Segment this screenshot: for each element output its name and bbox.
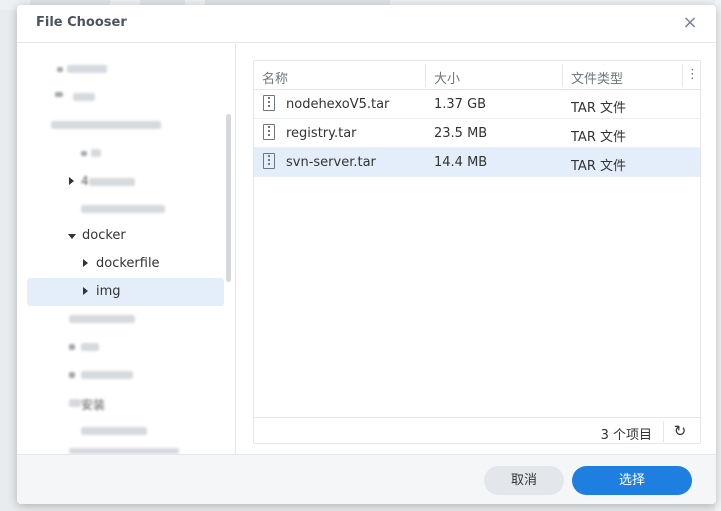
file-name: registry.tar	[286, 126, 357, 141]
tree-item-obscured[interactable]	[27, 112, 224, 140]
file-size: 1.37 GB	[434, 97, 487, 112]
file-name: nodehexoV5.tar	[286, 97, 390, 112]
tree-scrollbar[interactable]	[226, 114, 231, 282]
tree-item-obscured[interactable]: 安装	[27, 390, 224, 418]
caret-right-icon[interactable]	[83, 287, 88, 295]
close-button[interactable]: ×	[680, 13, 700, 33]
tree-item-obscured[interactable]: 4	[27, 168, 224, 196]
dialog-header: File Chooser ×	[17, 5, 716, 43]
column-divider[interactable]	[425, 64, 426, 87]
tree-item-obscured[interactable]	[27, 446, 224, 454]
file-size: 23.5 MB	[434, 126, 488, 141]
tree-item-label: docker	[82, 228, 126, 243]
file-list-footer: 3 个项目 ↻	[254, 417, 700, 444]
file-type: TAR 文件	[571, 159, 626, 174]
file-name: svn-server.tar	[286, 155, 376, 170]
column-header-name[interactable]: 名称	[262, 68, 288, 87]
table-row[interactable]: svn-server.tar 14.4 MB TAR 文件	[254, 148, 700, 177]
tree-item-obscured[interactable]	[27, 140, 224, 168]
table-row[interactable]: registry.tar 23.5 MB TAR 文件	[254, 119, 700, 148]
tree-item-obscured[interactable]	[27, 306, 224, 334]
dialog-footer: 取消 选择	[17, 454, 716, 504]
cancel-button[interactable]: 取消	[484, 466, 564, 495]
file-list: 名称 大小 文件类型 ⋮ nodehexoV5.tar 1.37 GB TAR …	[253, 60, 701, 444]
column-header-size[interactable]: 大小	[434, 68, 460, 87]
zip-file-icon	[263, 124, 275, 140]
column-divider[interactable]	[682, 64, 683, 87]
caret-down-icon[interactable]	[68, 234, 76, 239]
tree-item-obscured[interactable]	[27, 334, 224, 362]
caret-right-icon[interactable]	[83, 259, 88, 267]
column-header-type[interactable]: 文件类型	[571, 68, 623, 87]
tree-item-obscured[interactable]	[27, 196, 224, 224]
caret-right-icon[interactable]	[69, 177, 74, 185]
zip-file-icon	[263, 95, 275, 111]
table-row[interactable]: nodehexoV5.tar 1.37 GB TAR 文件	[254, 90, 700, 119]
tree-label-obscured: 安装	[81, 398, 106, 412]
tree-item-obscured[interactable]	[27, 84, 224, 112]
item-count: 3 个项目	[600, 428, 652, 443]
refresh-icon[interactable]: ↻	[672, 423, 688, 439]
tree-label-obscured: 4	[81, 174, 89, 188]
tree-item-dockerfile[interactable]: dockerfile	[27, 250, 224, 278]
tree-item-obscured[interactable]	[27, 418, 224, 446]
zip-file-icon	[263, 153, 275, 169]
tree-item-img[interactable]: img	[27, 278, 224, 306]
tree-item-docker[interactable]: docker	[27, 222, 224, 250]
dialog-title: File Chooser	[36, 15, 127, 30]
folder-tree: 4 docker dockerfile img 安装	[17, 44, 236, 454]
tree-item-obscured[interactable]	[27, 362, 224, 390]
file-list-header: 名称 大小 文件类型 ⋮	[254, 61, 700, 90]
file-size: 14.4 MB	[434, 155, 488, 170]
file-chooser-dialog: File Chooser × 4 docker dockerfile img 安…	[17, 5, 716, 504]
column-menu-icon[interactable]: ⋮	[686, 66, 699, 84]
tree-item-obscured[interactable]	[27, 56, 224, 84]
file-type: TAR 文件	[571, 130, 626, 145]
footer-divider	[663, 421, 664, 442]
select-button[interactable]: 选择	[572, 466, 692, 495]
tree-item-label: dockerfile	[96, 256, 160, 271]
tree-item-label: img	[96, 284, 121, 299]
file-type: TAR 文件	[571, 101, 626, 116]
column-divider[interactable]	[562, 64, 563, 87]
